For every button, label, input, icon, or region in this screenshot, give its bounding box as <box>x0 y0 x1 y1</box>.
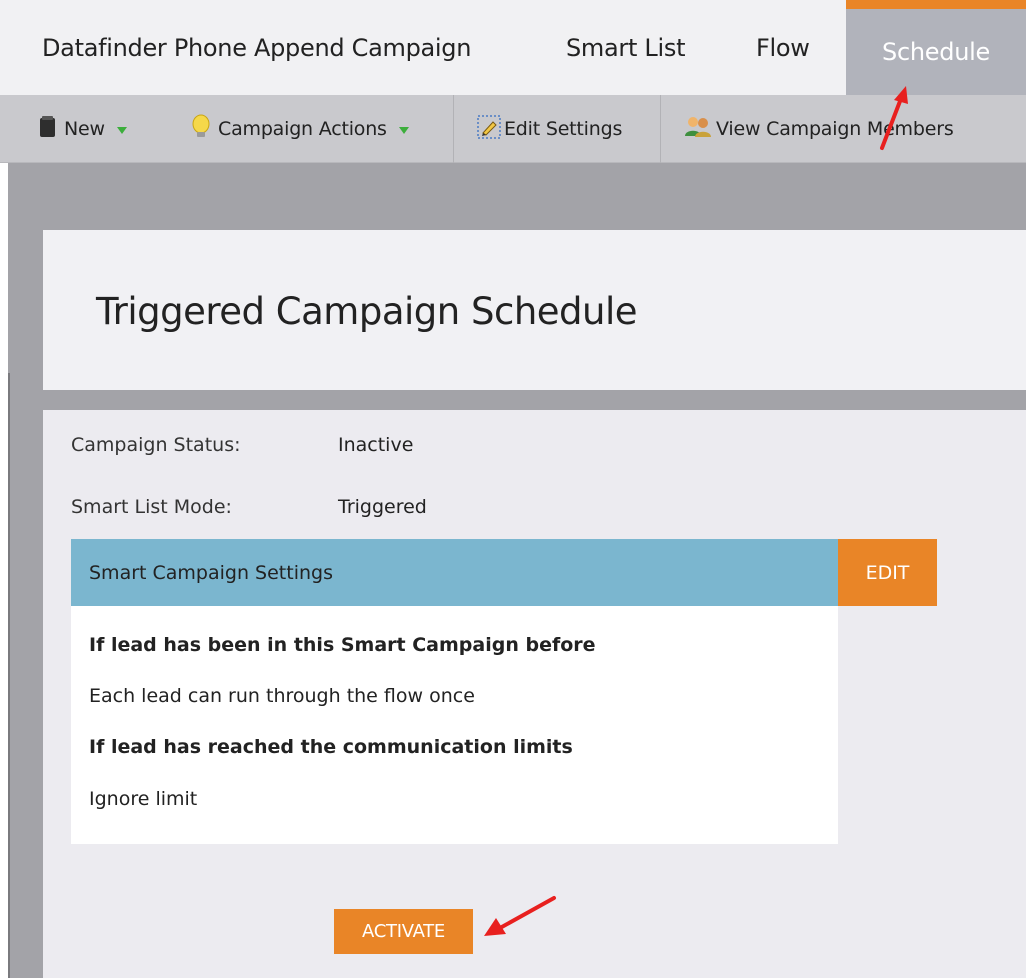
campaign-status-label: Campaign Status: <box>71 434 241 456</box>
tab-campaign-name[interactable]: Datafinder Phone Append Campaign <box>42 0 471 95</box>
tab-bar: Datafinder Phone Append Campaign Smart L… <box>0 0 1026 95</box>
annotation-arrow-icon <box>880 86 908 150</box>
limits-value: Ignore limit <box>89 788 198 810</box>
toolbar-divider <box>660 95 661 163</box>
smart-list-mode-value: Triggered <box>338 496 427 518</box>
smart-campaign-settings-body: If lead has been in this Smart Campaign … <box>71 606 838 844</box>
left-edge <box>0 163 8 978</box>
campaign-actions-label: Campaign Actions <box>218 118 387 140</box>
tab-smart-list[interactable]: Smart List <box>566 0 685 95</box>
smart-campaign-settings-header: Smart Campaign Settings <box>71 539 838 606</box>
edit-settings-label: Edit Settings <box>504 118 623 140</box>
page-icon <box>38 115 58 144</box>
campaign-status-value: Inactive <box>338 434 414 456</box>
settings-header-label: Smart Campaign Settings <box>89 561 333 584</box>
smart-list-mode-label: Smart List Mode: <box>71 496 232 518</box>
tab-schedule[interactable]: Schedule <box>846 0 1026 95</box>
edit-settings-button[interactable]: EDIT <box>838 539 937 606</box>
edit-settings-button[interactable]: Edit Settings <box>476 95 622 163</box>
pencil-icon <box>476 114 502 145</box>
dropdown-arrow-icon <box>398 126 409 134</box>
activate-button[interactable]: ACTIVATE <box>334 909 473 954</box>
page-title: Triggered Campaign Schedule <box>96 290 638 333</box>
new-menu-button[interactable]: New <box>38 95 127 163</box>
qualification-heading: If lead has been in this Smart Campaign … <box>89 634 596 656</box>
qualification-value: Each lead can run through the flow once <box>89 685 475 707</box>
lightbulb-icon <box>190 114 212 145</box>
dropdown-arrow-icon <box>116 126 127 134</box>
new-menu-label: New <box>64 118 105 140</box>
campaign-actions-button[interactable]: Campaign Actions <box>190 95 409 163</box>
toolbar-divider <box>453 95 454 163</box>
people-icon <box>684 115 712 144</box>
tab-flow[interactable]: Flow <box>756 0 810 95</box>
left-divider <box>8 373 10 978</box>
annotation-arrow-icon <box>484 896 556 936</box>
limits-heading: If lead has reached the communication li… <box>89 736 573 758</box>
